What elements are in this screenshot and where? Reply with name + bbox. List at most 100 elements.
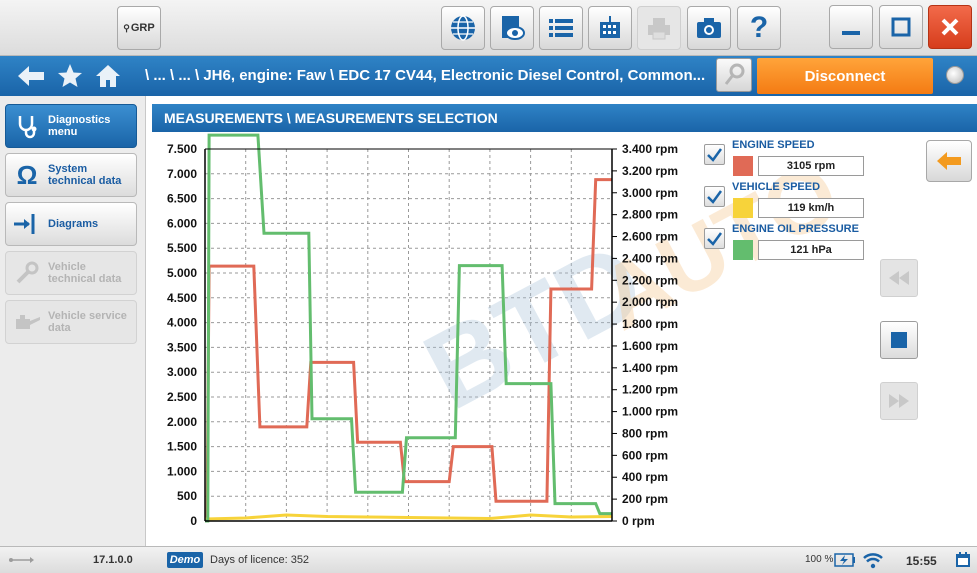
minimize-button[interactable]: [829, 5, 873, 49]
close-icon: [941, 18, 959, 36]
right-axis-tick-label: 1.000 rpm: [622, 405, 678, 419]
battery-charging-icon: [834, 553, 855, 567]
chart-canvas: BTDAUTO05001.0001.5002.0002.5003.0003.50…: [167, 133, 855, 528]
sidebar-item-label: Vehicle service data: [48, 310, 127, 334]
search-icon: ⚲: [123, 22, 130, 33]
sidebar-item-label: Diagnostics menu: [48, 114, 111, 138]
right-axis-tick-label: 3.000 rpm: [622, 186, 678, 200]
stop-icon: [891, 332, 907, 348]
favorite-star-icon[interactable]: [57, 63, 83, 89]
engine-oil-pressure-title: ENGINE OIL PRESSURE: [732, 223, 859, 235]
calendar-icon[interactable]: [955, 552, 971, 568]
right-axis-tick-label: 3.400 rpm: [622, 142, 678, 156]
diagram-connector-icon: [12, 209, 42, 239]
document-eye-icon: [502, 16, 525, 40]
sidebar-item-diagrams[interactable]: Diagrams: [5, 202, 137, 246]
vehicle-speed-title: VEHICLE SPEED: [732, 181, 821, 193]
left-axis-tick-label: 2.000: [167, 415, 197, 429]
right-axis-tick-label: 1.400 rpm: [622, 361, 678, 375]
key-icon: [724, 63, 745, 85]
screenshot-button[interactable]: [687, 6, 731, 50]
engine-oil-pressure-swatch: [733, 240, 753, 260]
calculator-icon: [600, 16, 620, 38]
disconnect-button[interactable]: Disconnect: [757, 58, 933, 94]
left-axis-tick-label: 500: [177, 489, 197, 503]
fast-forward-button[interactable]: [880, 382, 918, 420]
right-axis-tick-label: 2.400 rpm: [622, 251, 678, 265]
grp-button[interactable]: ⚲ GRP: [117, 6, 161, 50]
right-axis-tick-label: 400 rpm: [622, 470, 668, 484]
rewind-icon: [889, 271, 909, 285]
home-icon[interactable]: [95, 63, 121, 89]
checkmark-icon: [707, 148, 723, 162]
battery-percentage: 100 %: [805, 554, 834, 565]
left-axis-tick-label: 3.500: [167, 340, 197, 354]
view-document-button[interactable]: [490, 6, 534, 50]
omega-icon: Ω: [16, 159, 38, 190]
close-button[interactable]: [928, 5, 972, 49]
help-button[interactable]: ?: [737, 6, 781, 50]
left-axis-tick-label: 7.500: [167, 142, 197, 156]
left-axis-tick-label: 5.000: [167, 266, 197, 280]
sidebar-item-vehicle-service-data[interactable]: Vehicle service data: [5, 300, 137, 344]
left-axis-tick-label: 4.000: [167, 316, 197, 330]
maximize-button[interactable]: [879, 5, 923, 49]
globe-icon: [451, 15, 475, 41]
engine-speed-checkbox[interactable]: [704, 144, 725, 165]
engine-speed-title: ENGINE SPEED: [732, 139, 815, 151]
left-axis-tick-label: 4.500: [167, 291, 197, 305]
engine-oil-pressure-checkbox[interactable]: [704, 228, 725, 249]
checkmark-icon: [707, 190, 723, 204]
right-axis-tick-label: 0 rpm: [622, 514, 655, 528]
internet-button[interactable]: [441, 6, 485, 50]
key-button[interactable]: [716, 58, 752, 92]
rewind-button[interactable]: [880, 259, 918, 297]
right-axis-tick-label: 2.600 rpm: [622, 230, 678, 244]
licence-days: Days of licence: 352: [210, 554, 310, 566]
right-axis-tick-label: 1.200 rpm: [622, 383, 678, 397]
back-arrow-icon: [937, 152, 961, 170]
sidebar-item-diagnostics-menu[interactable]: Diagnostics menu: [5, 104, 137, 148]
print-button[interactable]: [637, 6, 681, 50]
wrench-icon: [12, 258, 42, 288]
back-arrow-icon[interactable]: [16, 64, 46, 88]
vehicle-speed-swatch: [733, 198, 753, 218]
grp-label: GRP: [130, 22, 155, 34]
left-axis-tick-label: 5.500: [167, 241, 197, 255]
right-axis-tick-label: 2.200 rpm: [622, 273, 678, 287]
camera-icon: [697, 18, 721, 38]
clock: 15:55: [906, 554, 937, 568]
demo-badge: Demo: [167, 552, 203, 568]
top-toolbar: ⚲ GRP ?: [0, 0, 977, 56]
right-axis-tick-label: 1.800 rpm: [622, 317, 678, 331]
stethoscope-icon: [12, 111, 42, 141]
calculator-button[interactable]: [588, 6, 632, 50]
right-axis-tick-label: 600 rpm: [622, 448, 668, 462]
left-axis-tick-label: 1.500: [167, 440, 197, 454]
sidebar-item-label: Diagrams: [48, 218, 99, 230]
vehicle-speed-checkbox[interactable]: [704, 186, 725, 207]
engine-oil-pressure-value: 121 hPa: [758, 240, 864, 260]
right-axis-tick-label: 2.000 rpm: [622, 295, 678, 309]
maximize-icon: [891, 17, 911, 37]
stop-button[interactable]: [880, 321, 918, 359]
sidebar-item-system-technical-data[interactable]: Ω System technical data: [5, 153, 137, 197]
right-axis-tick-label: 1.600 rpm: [622, 339, 678, 353]
left-axis-tick-label: 2.500: [167, 390, 197, 404]
back-button[interactable]: [926, 140, 972, 182]
help-icon: ?: [749, 11, 769, 44]
section-title: MEASUREMENTS \ MEASUREMENTS SELECTION: [152, 104, 977, 132]
usb-icon: [9, 557, 34, 563]
list-icon: [549, 19, 573, 37]
sidebar-item-vehicle-technical-data[interactable]: Vehicle technical data: [5, 251, 137, 295]
right-axis-tick-label: 2.800 rpm: [622, 208, 678, 222]
printer-icon: [648, 18, 670, 40]
right-axis-tick-label: 3.200 rpm: [622, 164, 678, 178]
left-axis-tick-label: 0: [190, 514, 197, 528]
engine-speed-swatch: [733, 156, 753, 176]
list-button[interactable]: [539, 6, 583, 50]
left-axis-tick-label: 6.000: [167, 216, 197, 230]
checkmark-icon: [707, 232, 723, 246]
vehicle-speed-value: 119 km/h: [758, 198, 864, 218]
left-axis-tick-label: 3.000: [167, 365, 197, 379]
